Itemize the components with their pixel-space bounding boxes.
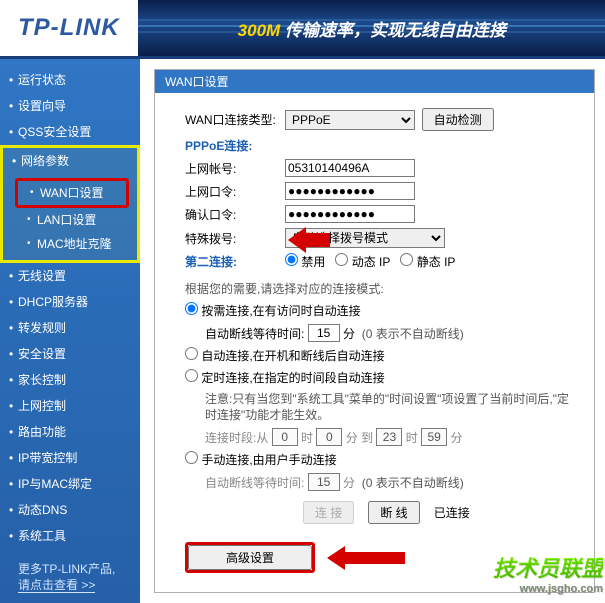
sidebar-item-6[interactable]: 转发规则 bbox=[0, 315, 140, 341]
idle-label: 自动断线等待时间: bbox=[205, 325, 304, 342]
sidebar-item-10[interactable]: 路由功能 bbox=[0, 419, 140, 445]
mode-hint: 根据您的需要,请选择对应的连接模式: bbox=[185, 280, 576, 297]
time-from-m[interactable] bbox=[316, 428, 342, 446]
mode-manual-radio[interactable]: 手动连接,由用户手动连接 bbox=[185, 451, 337, 468]
panel-title: WAN口设置 bbox=[155, 70, 594, 93]
sidebar-item-12[interactable]: IP与MAC绑定 bbox=[0, 471, 140, 497]
confirm-input[interactable] bbox=[285, 205, 415, 223]
time-to-m[interactable] bbox=[421, 428, 447, 446]
time-from-h[interactable] bbox=[272, 428, 298, 446]
logo-area: TP-LINK bbox=[0, 0, 138, 56]
time-to-h[interactable] bbox=[376, 428, 402, 446]
sidebar-subitem-1[interactable]: LAN口设置 bbox=[15, 208, 129, 232]
second-conn-disable[interactable]: 禁用 bbox=[285, 253, 325, 270]
sidebar-item-14[interactable]: 系统工具 bbox=[0, 523, 140, 549]
sidebar-item-0[interactable]: 运行状态 bbox=[0, 67, 140, 93]
wan-type-label: WAN口连接类型: bbox=[185, 111, 285, 128]
connect-button[interactable]: 连 接 bbox=[303, 501, 354, 524]
special-dial-label: 特殊拨号: bbox=[185, 230, 285, 247]
time-note: 注意:只有当您到"系统工具"菜单的"时间设置"项设置了当前时间后,"定时连接"功… bbox=[205, 391, 576, 423]
mode-time-radio[interactable]: 定时连接,在指定的时间段自动连接 bbox=[185, 369, 385, 386]
idle-time-input[interactable] bbox=[308, 324, 340, 342]
sidebar-item-7[interactable]: 安全设置 bbox=[0, 341, 140, 367]
wan-settings-panel: WAN口设置 WAN口连接类型: PPPoE 自动检测 PPPoE连接: 上网帐… bbox=[154, 69, 595, 593]
sidebar-item-3[interactable]: 网络参数 bbox=[3, 148, 137, 174]
sidebar: 运行状态设置向导QSS安全设置网络参数 WAN口设置LAN口设置MAC地址克隆无线… bbox=[0, 59, 140, 603]
sidebar-item-8[interactable]: 家长控制 bbox=[0, 367, 140, 393]
second-conn-dynamic[interactable]: 动态 IP bbox=[335, 253, 390, 270]
password-input[interactable] bbox=[285, 182, 415, 200]
second-conn-static[interactable]: 静态 IP bbox=[400, 253, 455, 270]
username-input[interactable] bbox=[285, 159, 415, 177]
password-label: 上网口令: bbox=[185, 183, 285, 200]
logo-text: TP-LINK bbox=[18, 14, 120, 41]
highlight-arrow-icon bbox=[290, 227, 330, 253]
highlight-arrow-icon bbox=[325, 548, 405, 568]
sidebar-item-4[interactable]: 无线设置 bbox=[0, 263, 140, 289]
second-conn-label: 第二连接: bbox=[185, 253, 285, 270]
idle-time-input-2[interactable] bbox=[308, 473, 340, 491]
pppoe-section: PPPoE连接: bbox=[185, 137, 576, 154]
banner-text: 300M 传输速率，实现无线自由连接 bbox=[238, 16, 506, 41]
mode-auto-radio[interactable]: 自动连接,在开机和断线后自动连接 bbox=[185, 347, 385, 364]
banner: 300M 传输速率，实现无线自由连接 bbox=[138, 0, 605, 56]
disconnect-button[interactable]: 断 线 bbox=[368, 501, 419, 524]
wan-type-select[interactable]: PPPoE bbox=[285, 110, 415, 130]
sidebar-subitem-0[interactable]: WAN口设置 bbox=[15, 178, 129, 208]
sidebar-item-2[interactable]: QSS安全设置 bbox=[0, 119, 140, 145]
time-range-row: 连接时段:从 时 分 到 时 分 bbox=[205, 428, 576, 446]
sidebar-item-13[interactable]: 动态DNS bbox=[0, 497, 140, 523]
header: TP-LINK 300M 传输速率，实现无线自由连接 bbox=[0, 0, 605, 56]
auto-detect-button[interactable]: 自动检测 bbox=[422, 108, 494, 131]
mode-demand-radio[interactable]: 按需连接,在有访问时自动连接 bbox=[185, 302, 361, 319]
sidebar-item-11[interactable]: IP带宽控制 bbox=[0, 445, 140, 471]
sidebar-item-5[interactable]: DHCP服务器 bbox=[0, 289, 140, 315]
sidebar-footer[interactable]: 更多TP-LINK产品, 请点击查看 >> bbox=[0, 561, 140, 593]
connection-status: 已连接 bbox=[434, 504, 470, 521]
confirm-label: 确认口令: bbox=[185, 206, 285, 223]
sidebar-subitem-2[interactable]: MAC地址克隆 bbox=[15, 232, 129, 256]
advanced-settings-button[interactable]: 高级设置 bbox=[188, 545, 312, 570]
username-label: 上网帐号: bbox=[185, 160, 285, 177]
sidebar-item-1[interactable]: 设置向导 bbox=[0, 93, 140, 119]
content: WAN口设置 WAN口连接类型: PPPoE 自动检测 PPPoE连接: 上网帐… bbox=[140, 59, 605, 603]
sidebar-item-9[interactable]: 上网控制 bbox=[0, 393, 140, 419]
